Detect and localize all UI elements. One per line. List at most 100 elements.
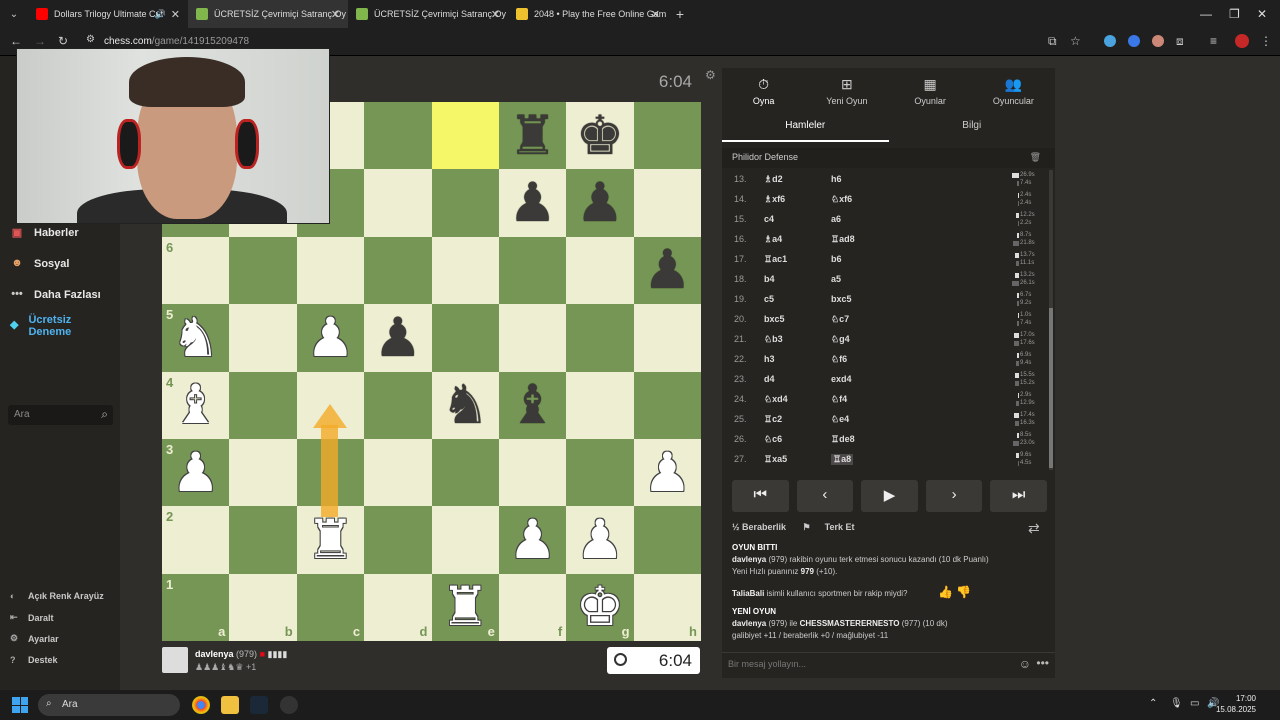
profile-avatar[interactable] — [1235, 34, 1249, 48]
square-b3[interactable] — [229, 438, 297, 507]
maximize-icon[interactable]: ❐ — [1229, 0, 1240, 28]
black-move[interactable]: b6 — [831, 254, 842, 264]
square-f2[interactable]: ♟ — [498, 506, 567, 574]
install-icon[interactable]: ⧉ — [1048, 34, 1057, 49]
white-move[interactable]: ♘c6 — [764, 434, 782, 445]
square-h4[interactable] — [633, 371, 701, 439]
windows-start-icon[interactable] — [12, 697, 28, 713]
emoji-icon[interactable]: ☺ — [1019, 657, 1031, 671]
last-move-button[interactable]: ⏭ — [990, 480, 1047, 512]
square-d2[interactable] — [364, 506, 432, 574]
file-explorer-icon[interactable] — [221, 696, 239, 714]
square-f8[interactable]: ♜ — [498, 102, 567, 170]
trash-icon[interactable]: 🗑 — [1030, 152, 1041, 163]
white-move[interactable]: ♗a4 — [764, 234, 782, 245]
square-d4[interactable] — [364, 371, 432, 439]
square-f5[interactable] — [498, 304, 567, 372]
chevron-up-icon[interactable]: ⌃ — [1149, 698, 1157, 709]
square-e2[interactable] — [431, 506, 499, 574]
light-theme-toggle[interactable]: ◐ Açık Renk Arayüz — [10, 591, 104, 601]
square-a6[interactable]: 6 — [162, 236, 230, 305]
flip-board-icon[interactable]: ⇄ — [1028, 520, 1040, 537]
square-g4[interactable] — [566, 371, 634, 439]
settings-button[interactable]: ⚙ Ayarlar — [10, 633, 59, 644]
more-options-icon[interactable]: ••• — [1036, 656, 1049, 670]
new-tab-icon[interactable]: + — [668, 6, 692, 22]
black-pawn-piece[interactable]: ♟ — [364, 304, 431, 371]
square-e1[interactable]: ♜ e — [431, 573, 499, 641]
player-name[interactable]: davlenya (979) ■ ▮▮▮▮ — [195, 649, 287, 660]
black-pawn-piece[interactable]: ♟ — [499, 169, 566, 236]
black-move[interactable]: ♘xf6 — [831, 194, 852, 205]
close-window-icon[interactable]: ✕ — [1257, 0, 1267, 28]
white-move[interactable]: ♘b3 — [764, 334, 783, 345]
black-move[interactable]: ♘f4 — [831, 394, 847, 405]
sidebar-item-more[interactable]: ••• Daha Fazlası — [10, 288, 100, 302]
square-h8[interactable] — [633, 102, 701, 170]
square-h1[interactable]: h — [633, 573, 701, 641]
square-c1[interactable]: c — [296, 573, 365, 641]
browser-tab-1[interactable]: Dollars Trilogy Ultimate Cut 🔊 ✕ — [28, 0, 188, 28]
square-g6[interactable] — [566, 236, 634, 305]
white-move[interactable]: ♖xa5 — [764, 454, 787, 465]
square-b2[interactable] — [229, 506, 297, 574]
black-move[interactable]: ♘g4 — [831, 334, 850, 345]
white-pawn-piece[interactable]: ♟ — [162, 439, 229, 506]
white-move[interactable]: ♗d2 — [764, 174, 783, 185]
black-move[interactable]: ♖ad8 — [831, 234, 855, 245]
square-a1[interactable]: 1a — [162, 573, 230, 641]
black-king-piece[interactable]: ♚ — [566, 102, 633, 169]
browser-tab-4[interactable]: 2048 • Play the Free Online Gam ✕ — [508, 0, 668, 28]
first-move-button[interactable]: ⏮ — [732, 480, 789, 512]
sidebar-item-haberler[interactable]: ▣ Haberler — [10, 226, 79, 240]
support-button[interactable]: ? Destek — [10, 655, 58, 665]
thumbs-up-icon[interactable]: 👍 — [938, 585, 953, 599]
black-move[interactable]: a5 — [831, 274, 841, 284]
white-pawn-piece[interactable]: ♟ — [499, 506, 566, 573]
black-move[interactable]: exd4 — [831, 374, 852, 384]
white-pawn-piece[interactable]: ♟ — [634, 439, 701, 506]
prev-move-button[interactable]: ‹ — [796, 480, 854, 512]
close-icon[interactable]: ✕ — [171, 8, 180, 21]
square-g5[interactable] — [566, 304, 634, 372]
square-e3[interactable] — [431, 438, 499, 507]
menu-icon[interactable]: ⋮ — [1260, 34, 1272, 48]
black-knight-piece[interactable]: ♞ — [432, 372, 499, 439]
close-icon[interactable]: ✕ — [331, 8, 340, 21]
minimize-icon[interactable]: — — [1200, 0, 1212, 28]
black-move[interactable]: h6 — [831, 174, 842, 184]
square-c5[interactable]: ♟ — [296, 304, 365, 372]
board-settings-icon[interactable]: ⚙ — [705, 68, 716, 82]
bookmark-star-icon[interactable]: ☆ — [1070, 34, 1081, 48]
black-move[interactable]: ♘e4 — [831, 414, 849, 425]
square-f4[interactable]: ♝ — [498, 371, 567, 439]
site-info-icon[interactable]: ⚙ — [86, 34, 95, 45]
white-knight-piece[interactable]: ♞ — [162, 304, 229, 371]
avatar[interactable] — [162, 647, 188, 673]
square-h2[interactable] — [633, 506, 701, 574]
square-h6[interactable]: ♟ — [633, 236, 701, 305]
clock-readout[interactable]: 17:00 15.08.2025 — [1216, 693, 1256, 715]
square-d5[interactable]: ♟ — [364, 304, 432, 372]
close-icon[interactable]: ✕ — [491, 8, 500, 21]
square-e5[interactable] — [431, 304, 499, 372]
extension-icon[interactable] — [1152, 35, 1164, 47]
black-bishop-piece[interactable]: ♝ — [499, 372, 566, 439]
scroll-thumb[interactable] — [1049, 308, 1053, 468]
white-pawn-piece[interactable]: ♟ — [297, 304, 364, 371]
chat-input[interactable]: Bir mesaj yollayın... ☺ ••• — [722, 652, 1055, 674]
square-h7[interactable] — [633, 169, 701, 237]
white-move[interactable]: d4 — [764, 374, 775, 384]
network-icon[interactable]: ▭ — [1190, 698, 1199, 709]
black-move[interactable]: ♖a8 — [831, 454, 854, 465]
close-icon[interactable]: ✕ — [651, 8, 660, 21]
square-c6[interactable] — [296, 236, 365, 305]
square-d1[interactable]: d — [364, 573, 432, 641]
white-bishop-piece[interactable]: ♝ — [162, 372, 229, 439]
collapse-button[interactable]: ⇤ Daralt — [10, 612, 54, 623]
black-move[interactable]: ♘c7 — [831, 314, 849, 325]
tab-list-icon[interactable]: ⌄ — [0, 9, 28, 20]
white-pawn-piece[interactable]: ♟ — [566, 506, 633, 573]
square-g3[interactable] — [566, 438, 634, 507]
square-e6[interactable] — [431, 236, 499, 305]
